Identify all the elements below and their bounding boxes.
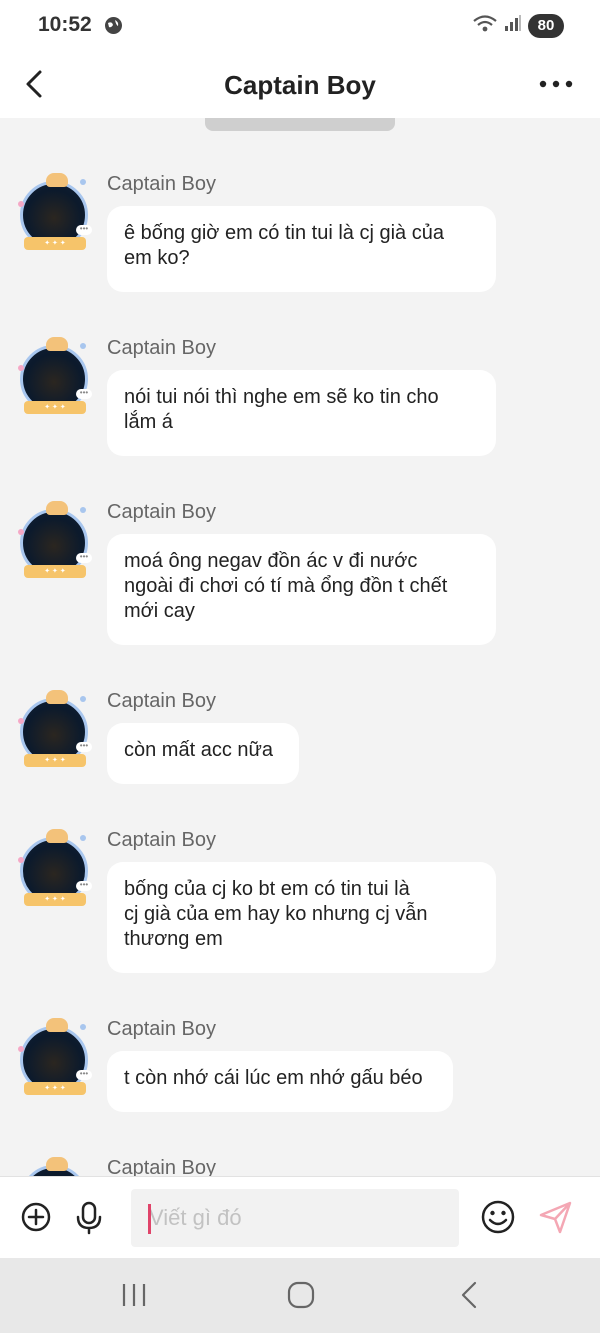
avatar[interactable]: ✦ ✦ ✦•••	[16, 1157, 96, 1176]
text-caret	[148, 1204, 151, 1234]
avatar[interactable]: ✦ ✦ ✦•••	[16, 690, 96, 770]
sender-name: Captain Boy	[107, 1018, 216, 1040]
avatar[interactable]: ✦ ✦ ✦•••	[16, 173, 96, 253]
emoji-icon[interactable]	[480, 1199, 516, 1240]
message-bubble[interactable]: còn mất acc nữa	[107, 723, 299, 784]
message-bubble[interactable]: moá ông negav đồn ác v đi nước ngoài đi …	[107, 534, 496, 645]
send-icon[interactable]	[538, 1199, 574, 1240]
message-bubble[interactable]: ê bống giờ em có tin tui là cj già của e…	[107, 206, 496, 292]
globe-icon	[104, 16, 123, 40]
signal-icon	[504, 14, 522, 37]
sender-name: Captain Boy	[107, 501, 216, 523]
avatar[interactable]: ✦ ✦ ✦•••	[16, 1018, 96, 1098]
home-icon[interactable]	[286, 1280, 316, 1315]
avatar[interactable]: ✦ ✦ ✦•••	[16, 337, 96, 417]
back-icon[interactable]	[458, 1280, 482, 1315]
wifi-icon	[472, 13, 498, 38]
sender-name: Captain Boy	[107, 337, 216, 359]
battery-icon: 80	[528, 13, 564, 38]
sender-name: Captain Boy	[107, 173, 216, 195]
chat-header: Captain Boy	[0, 52, 600, 118]
more-dots-icon[interactable]	[538, 74, 574, 94]
sender-name: Captain Boy	[107, 1157, 216, 1176]
composer-bar	[0, 1176, 600, 1258]
chat-title: Captain Boy	[224, 70, 376, 100]
message-bubble[interactable]: nói tui nói thì nghe em sẽ ko tin cho lắ…	[107, 370, 496, 456]
status-bar: 10:52 80	[0, 0, 600, 52]
message-bubble[interactable]: t còn nhớ cái lúc em nhớ gấu béo	[107, 1051, 453, 1112]
message-bubble[interactable]: bống của cj ko bt em có tin tui là cj gi…	[107, 862, 496, 973]
status-time: 10:52	[38, 13, 92, 36]
sender-name: Captain Boy	[107, 690, 216, 712]
message-input[interactable]	[131, 1189, 459, 1247]
recent-apps-icon[interactable]	[120, 1280, 148, 1315]
sender-name: Captain Boy	[107, 829, 216, 851]
avatar[interactable]: ✦ ✦ ✦•••	[16, 501, 96, 581]
microphone-icon[interactable]	[74, 1201, 104, 1240]
message-list[interactable]: ✦ ✦ ✦ ••• Captain Boy ê bống giờ em có ti…	[0, 118, 600, 1176]
pull-handle	[205, 118, 395, 131]
avatar[interactable]: ✦ ✦ ✦•••	[16, 829, 96, 909]
system-nav-bar	[0, 1258, 600, 1333]
plus-circle-icon[interactable]	[20, 1201, 52, 1238]
